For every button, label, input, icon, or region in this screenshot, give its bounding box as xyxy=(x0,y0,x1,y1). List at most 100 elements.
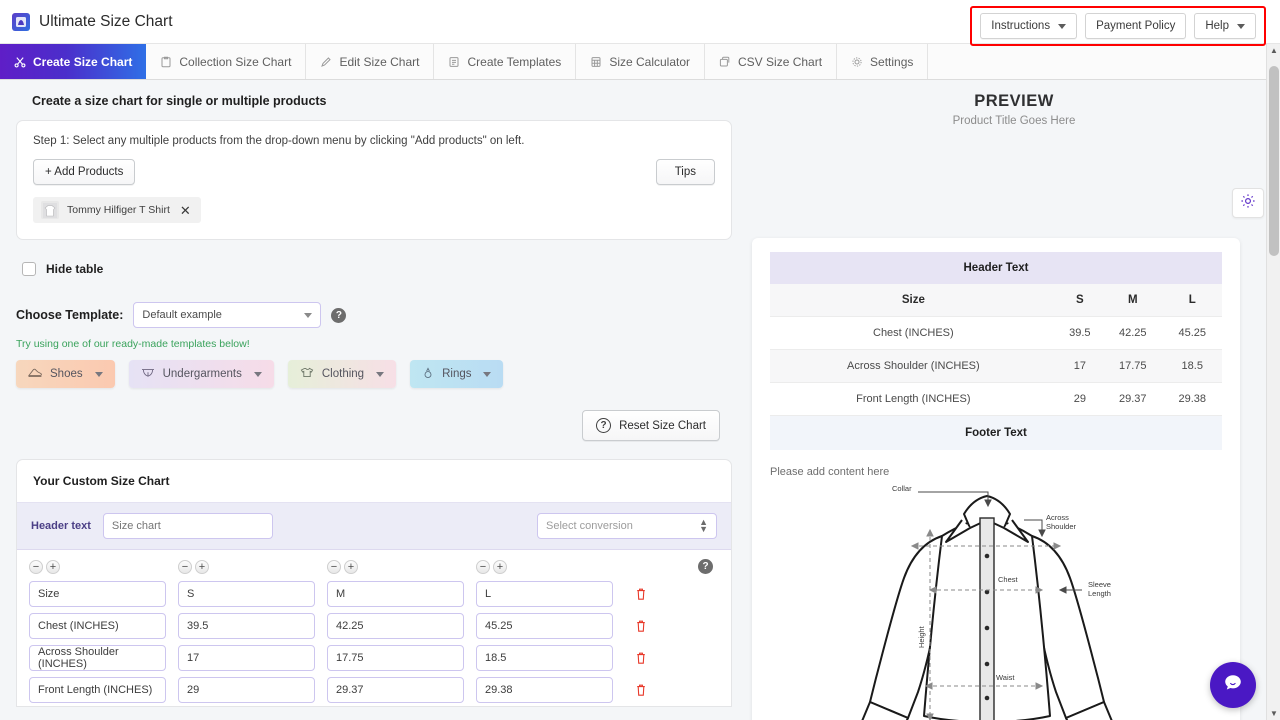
selected-product-chip[interactable]: Tommy Hilfiger T Shirt ✕ xyxy=(33,197,201,223)
trash-icon[interactable] xyxy=(635,683,647,697)
template-chip-clothing[interactable]: Clothing xyxy=(287,360,397,388)
cell-input[interactable]: L xyxy=(476,581,613,607)
chevron-down-icon xyxy=(304,312,313,318)
tab-size-calculator[interactable]: Size Calculator xyxy=(576,44,706,79)
cell-input[interactable]: Chest (INCHES) xyxy=(29,613,166,639)
tab-create-size-chart[interactable]: Create Size Chart xyxy=(0,44,147,79)
tab-label: Create Templates xyxy=(467,54,562,69)
chevron-down-icon xyxy=(253,371,262,377)
step-instruction: Step 1: Select any multiple products fro… xyxy=(33,135,525,147)
trash-icon[interactable] xyxy=(635,651,647,665)
cell-input[interactable]: 29 xyxy=(178,677,315,703)
template-chip-shoes[interactable]: Shoes xyxy=(16,360,115,388)
preview-header-text: Header Text xyxy=(770,252,1222,284)
scrollbar-thumb[interactable] xyxy=(1269,66,1279,256)
add-products-button[interactable]: + Add Products xyxy=(33,159,136,185)
tab-settings[interactable]: Settings xyxy=(837,44,929,79)
cell-input[interactable]: 29.37 xyxy=(327,677,464,703)
cell-input[interactable]: 18.5 xyxy=(476,645,613,671)
choose-template-label: Choose Template: xyxy=(16,308,124,322)
chevron-down-icon xyxy=(1058,23,1067,29)
preview-settings-button[interactable] xyxy=(1232,188,1264,218)
add-column-button[interactable]: + xyxy=(46,560,60,574)
instructions-button[interactable]: Instructions xyxy=(980,13,1078,39)
add-column-button[interactable]: + xyxy=(195,560,209,574)
template-chip-rings[interactable]: Rings xyxy=(410,360,504,388)
cell-input[interactable]: Across Shoulder (INCHES) xyxy=(29,645,166,671)
cell-input[interactable]: 17.75 xyxy=(327,645,464,671)
choose-template-row: Choose Template: Default example ? xyxy=(16,302,732,328)
clipboard-icon xyxy=(160,56,172,68)
preview-size-table: Header Text Size S M L Chest (INCHES) 39… xyxy=(770,252,1222,450)
step-card: Step 1: Select any multiple products fro… xyxy=(16,120,732,240)
product-thumbnail xyxy=(41,201,59,219)
preview-col-s: S xyxy=(1056,284,1103,317)
question-mark-icon[interactable]: ? xyxy=(698,559,713,574)
remove-column-button[interactable]: − xyxy=(327,560,341,574)
cell-input[interactable]: 17 xyxy=(178,645,315,671)
remove-column-button[interactable]: − xyxy=(476,560,490,574)
preview-subtitle: Product Title Goes Here xyxy=(952,115,1076,127)
scroll-down-icon[interactable]: ▼ xyxy=(1270,709,1278,718)
chevron-down-icon xyxy=(483,371,492,377)
cell-input[interactable]: 42.25 xyxy=(327,613,464,639)
preview-header: PREVIEW Product Title Goes Here xyxy=(748,80,1280,127)
remove-column-button[interactable]: − xyxy=(29,560,43,574)
question-mark-icon: ? xyxy=(596,418,612,433)
product-name: Tommy Hilfiger T Shirt xyxy=(67,204,170,216)
cell-2-1: 17 xyxy=(178,645,327,671)
header-text-input[interactable] xyxy=(102,513,273,539)
cell-1-0: Chest (INCHES) xyxy=(29,613,178,639)
cell-input[interactable]: 29.38 xyxy=(476,677,613,703)
tab-edit-size-chart[interactable]: Edit Size Chart xyxy=(306,44,435,79)
preview-data-row: Chest (INCHES) 39.5 42.25 45.25 xyxy=(770,316,1222,350)
reset-size-chart-button[interactable]: ? Reset Size Chart xyxy=(582,410,720,441)
conversion-select[interactable]: Select conversion ▲ ▼ xyxy=(537,513,717,539)
page-scrollbar[interactable]: ▲ ▼ xyxy=(1266,44,1280,720)
cell-input[interactable]: M xyxy=(327,581,464,607)
top-bar: Ultimate Size Chart Instructions Payment… xyxy=(0,0,1280,46)
template-icon xyxy=(448,56,460,68)
cell-input[interactable]: 45.25 xyxy=(476,613,613,639)
row-value-s: 29 xyxy=(1056,382,1103,416)
tab-label: Edit Size Chart xyxy=(339,54,420,69)
add-column-button[interactable]: + xyxy=(344,560,358,574)
chip-label: Undergarments xyxy=(162,368,242,380)
chevron-down-icon xyxy=(94,371,103,377)
diagram-label-sleeve-2: Length xyxy=(1088,589,1111,598)
page-title: Ultimate Size Chart xyxy=(39,12,173,30)
question-mark-icon[interactable]: ? xyxy=(331,307,347,323)
tips-button[interactable]: Tips xyxy=(655,159,715,185)
tab-csv-size-chart[interactable]: CSV Size Chart xyxy=(705,44,838,79)
scroll-up-icon[interactable]: ▲ xyxy=(1270,46,1278,55)
row-value-l: 18.5 xyxy=(1162,349,1222,383)
cell-input[interactable]: 39.5 xyxy=(178,613,315,639)
help-button[interactable]: Help xyxy=(1194,13,1256,39)
payment-policy-button[interactable]: Payment Policy xyxy=(1085,13,1187,39)
trash-icon[interactable] xyxy=(635,587,647,601)
pencil-icon xyxy=(320,56,332,68)
close-icon[interactable]: ✕ xyxy=(178,204,193,217)
cell-0-2: M xyxy=(327,581,476,607)
tab-collection-size-chart[interactable]: Collection Size Chart xyxy=(146,44,307,79)
row-label: Chest (INCHES) xyxy=(770,316,1057,350)
app-logo-icon xyxy=(12,12,30,31)
cell-input[interactable]: Front Length (INCHES) xyxy=(29,677,166,703)
custom-size-chart-card: Your Custom Size Chart Header text Selec… xyxy=(16,459,732,707)
remove-column-button[interactable]: − xyxy=(178,560,192,574)
hide-table-checkbox[interactable] xyxy=(22,262,36,276)
tab-create-templates[interactable]: Create Templates xyxy=(434,44,577,79)
template-select[interactable]: Default example xyxy=(133,302,322,328)
trash-icon[interactable] xyxy=(635,619,647,633)
preview-footer-row: Footer Text xyxy=(770,415,1222,450)
table-row: Chest (INCHES) 39.5 42.25 45.25 xyxy=(17,610,731,642)
template-chip-undergarments[interactable]: Undergarments xyxy=(128,360,274,388)
cell-3-2: 29.37 xyxy=(327,677,476,703)
column-controls-row: − + − + − + − + ? xyxy=(17,550,731,578)
chat-widget-button[interactable] xyxy=(1210,662,1256,708)
cell-input[interactable]: S xyxy=(178,581,315,607)
add-column-button[interactable]: + xyxy=(493,560,507,574)
shoe-icon xyxy=(28,367,42,381)
cell-input[interactable]: Size xyxy=(29,581,166,607)
tab-label: CSV Size Chart xyxy=(738,54,823,69)
